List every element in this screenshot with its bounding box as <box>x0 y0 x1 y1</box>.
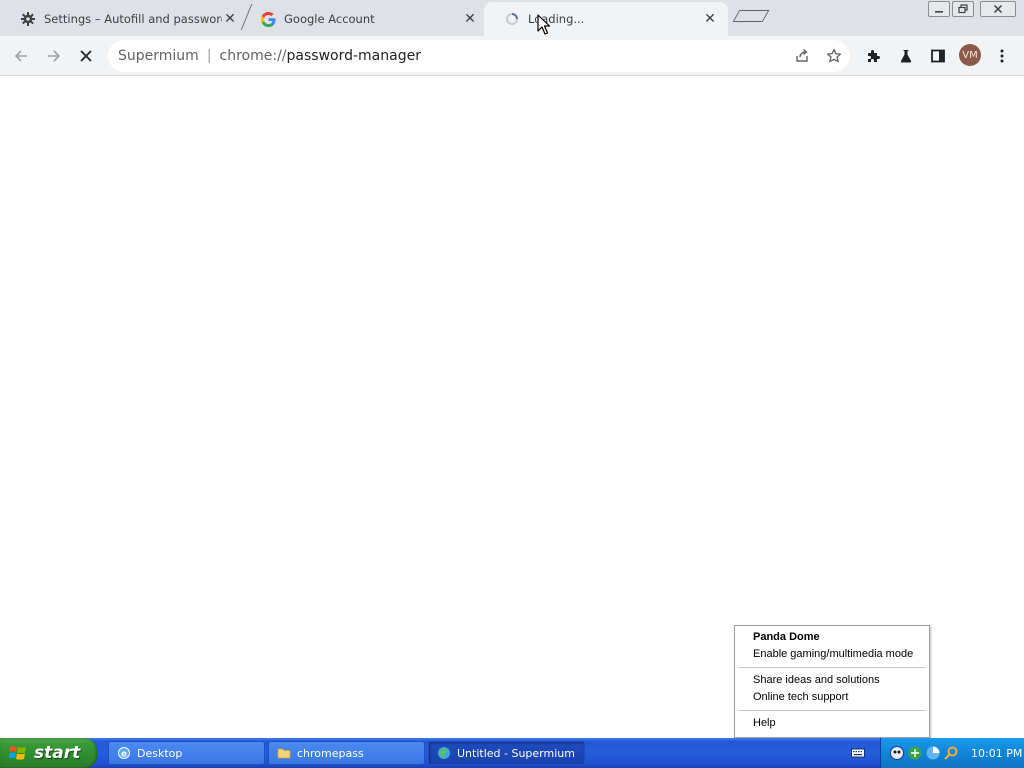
taskbar-item-supermium[interactable]: Untitled - Supermium <box>428 741 585 765</box>
taskbar-item-desktop[interactable]: e Desktop <box>108 741 265 765</box>
extensions-button[interactable] <box>860 42 888 70</box>
tab-settings[interactable]: Settings – Autofill and passwords ✕ <box>0 2 248 36</box>
share-button[interactable] <box>788 42 816 70</box>
back-button[interactable] <box>7 42 35 70</box>
menu-divider <box>738 710 926 711</box>
stop-x-icon <box>80 50 92 62</box>
new-tab-button[interactable] <box>732 10 770 22</box>
side-panel-icon <box>931 49 945 63</box>
restore-icon <box>958 4 968 14</box>
kebab-menu-icon <box>1000 49 1004 63</box>
side-panel-button[interactable] <box>924 42 952 70</box>
minimize-icon <box>935 11 943 13</box>
puzzle-icon <box>868 50 880 62</box>
browser-toolbar: Supermium | chrome:// password-manager V… <box>0 36 1024 76</box>
taskbar-item-label: Desktop <box>137 746 183 760</box>
restore-button[interactable] <box>952 1 974 17</box>
profile-avatar[interactable]: VM <box>959 44 981 66</box>
mouse-cursor-icon <box>537 14 551 35</box>
tab-title: Loading... <box>528 12 585 26</box>
loading-spinner-icon <box>504 11 520 27</box>
tab-strip: Settings – Autofill and passwords ✕ Goog… <box>0 0 1024 36</box>
forward-arrow-icon <box>48 50 61 62</box>
system-tray: 10:01 PM <box>880 738 1024 768</box>
taskbar-item-label: Untitled - Supermium <box>457 746 575 760</box>
close-icon <box>993 4 1003 14</box>
menu-item-help[interactable]: Help <box>735 715 929 732</box>
omnibox-divider: | <box>206 48 212 64</box>
stop-loading-button[interactable] <box>72 42 100 70</box>
ie-icon: e <box>117 746 131 760</box>
taskbar-item-label: chromepass <box>297 746 364 760</box>
bookmark-star-button[interactable] <box>820 42 848 70</box>
menu-item-gaming-mode[interactable]: Enable gaming/multimedia mode <box>735 646 929 663</box>
tab-loading[interactable]: Loading... ✕ <box>484 2 728 36</box>
labs-button[interactable] <box>892 42 920 70</box>
menu-item-panda-dome[interactable]: Panda Dome <box>735 629 929 646</box>
flask-icon <box>900 50 912 63</box>
gear-icon <box>20 11 36 27</box>
taskbar-item-chromepass[interactable]: chromepass <box>268 741 425 765</box>
supermium-icon <box>437 746 451 760</box>
menu-divider <box>738 667 926 668</box>
menu-item-tech-support[interactable]: Online tech support <box>735 689 929 706</box>
minimize-button[interactable] <box>928 1 950 17</box>
back-arrow-icon <box>14 50 27 62</box>
url-scheme: chrome:// <box>219 48 287 64</box>
tab-close-icon[interactable]: ✕ <box>702 11 718 27</box>
close-window-button[interactable] <box>980 1 1016 17</box>
keyboard-icon[interactable] <box>850 745 866 761</box>
panda-dome-tray-icon[interactable] <box>889 745 905 761</box>
menu-button[interactable] <box>988 42 1016 70</box>
taskbar: start e Desktop chromepass Untitled - Su… <box>0 738 1024 768</box>
start-button[interactable]: start <box>0 738 97 768</box>
share-icon <box>796 48 808 62</box>
folder-icon <box>277 746 291 760</box>
tab-google-account[interactable]: Google Account ✕ <box>240 2 488 36</box>
tab-title: Settings – Autofill and passwords <box>44 12 222 26</box>
site-label: Supermium <box>118 48 199 64</box>
start-label: start <box>34 743 81 763</box>
tab-title: Google Account <box>284 12 375 26</box>
menu-item-share-ideas[interactable]: Share ideas and solutions <box>735 672 929 689</box>
clock[interactable]: 10:01 PM <box>971 747 1022 760</box>
tab-close-icon[interactable]: ✕ <box>222 11 238 27</box>
tray-context-menu: Panda Dome Enable gaming/multimedia mode… <box>734 625 930 738</box>
network-tray-icon[interactable] <box>907 745 923 761</box>
star-icon <box>826 48 842 63</box>
search-tray-icon[interactable] <box>943 745 959 761</box>
forward-button[interactable] <box>40 42 68 70</box>
google-g-icon <box>260 11 276 27</box>
svg-text:e: e <box>121 750 127 760</box>
address-bar[interactable]: Supermium | chrome:// password-manager <box>108 40 850 72</box>
update-tray-icon[interactable] <box>925 745 941 761</box>
tab-close-icon[interactable]: ✕ <box>462 11 478 27</box>
url-path: password-manager <box>286 48 421 64</box>
windows-flag-icon <box>9 746 26 760</box>
